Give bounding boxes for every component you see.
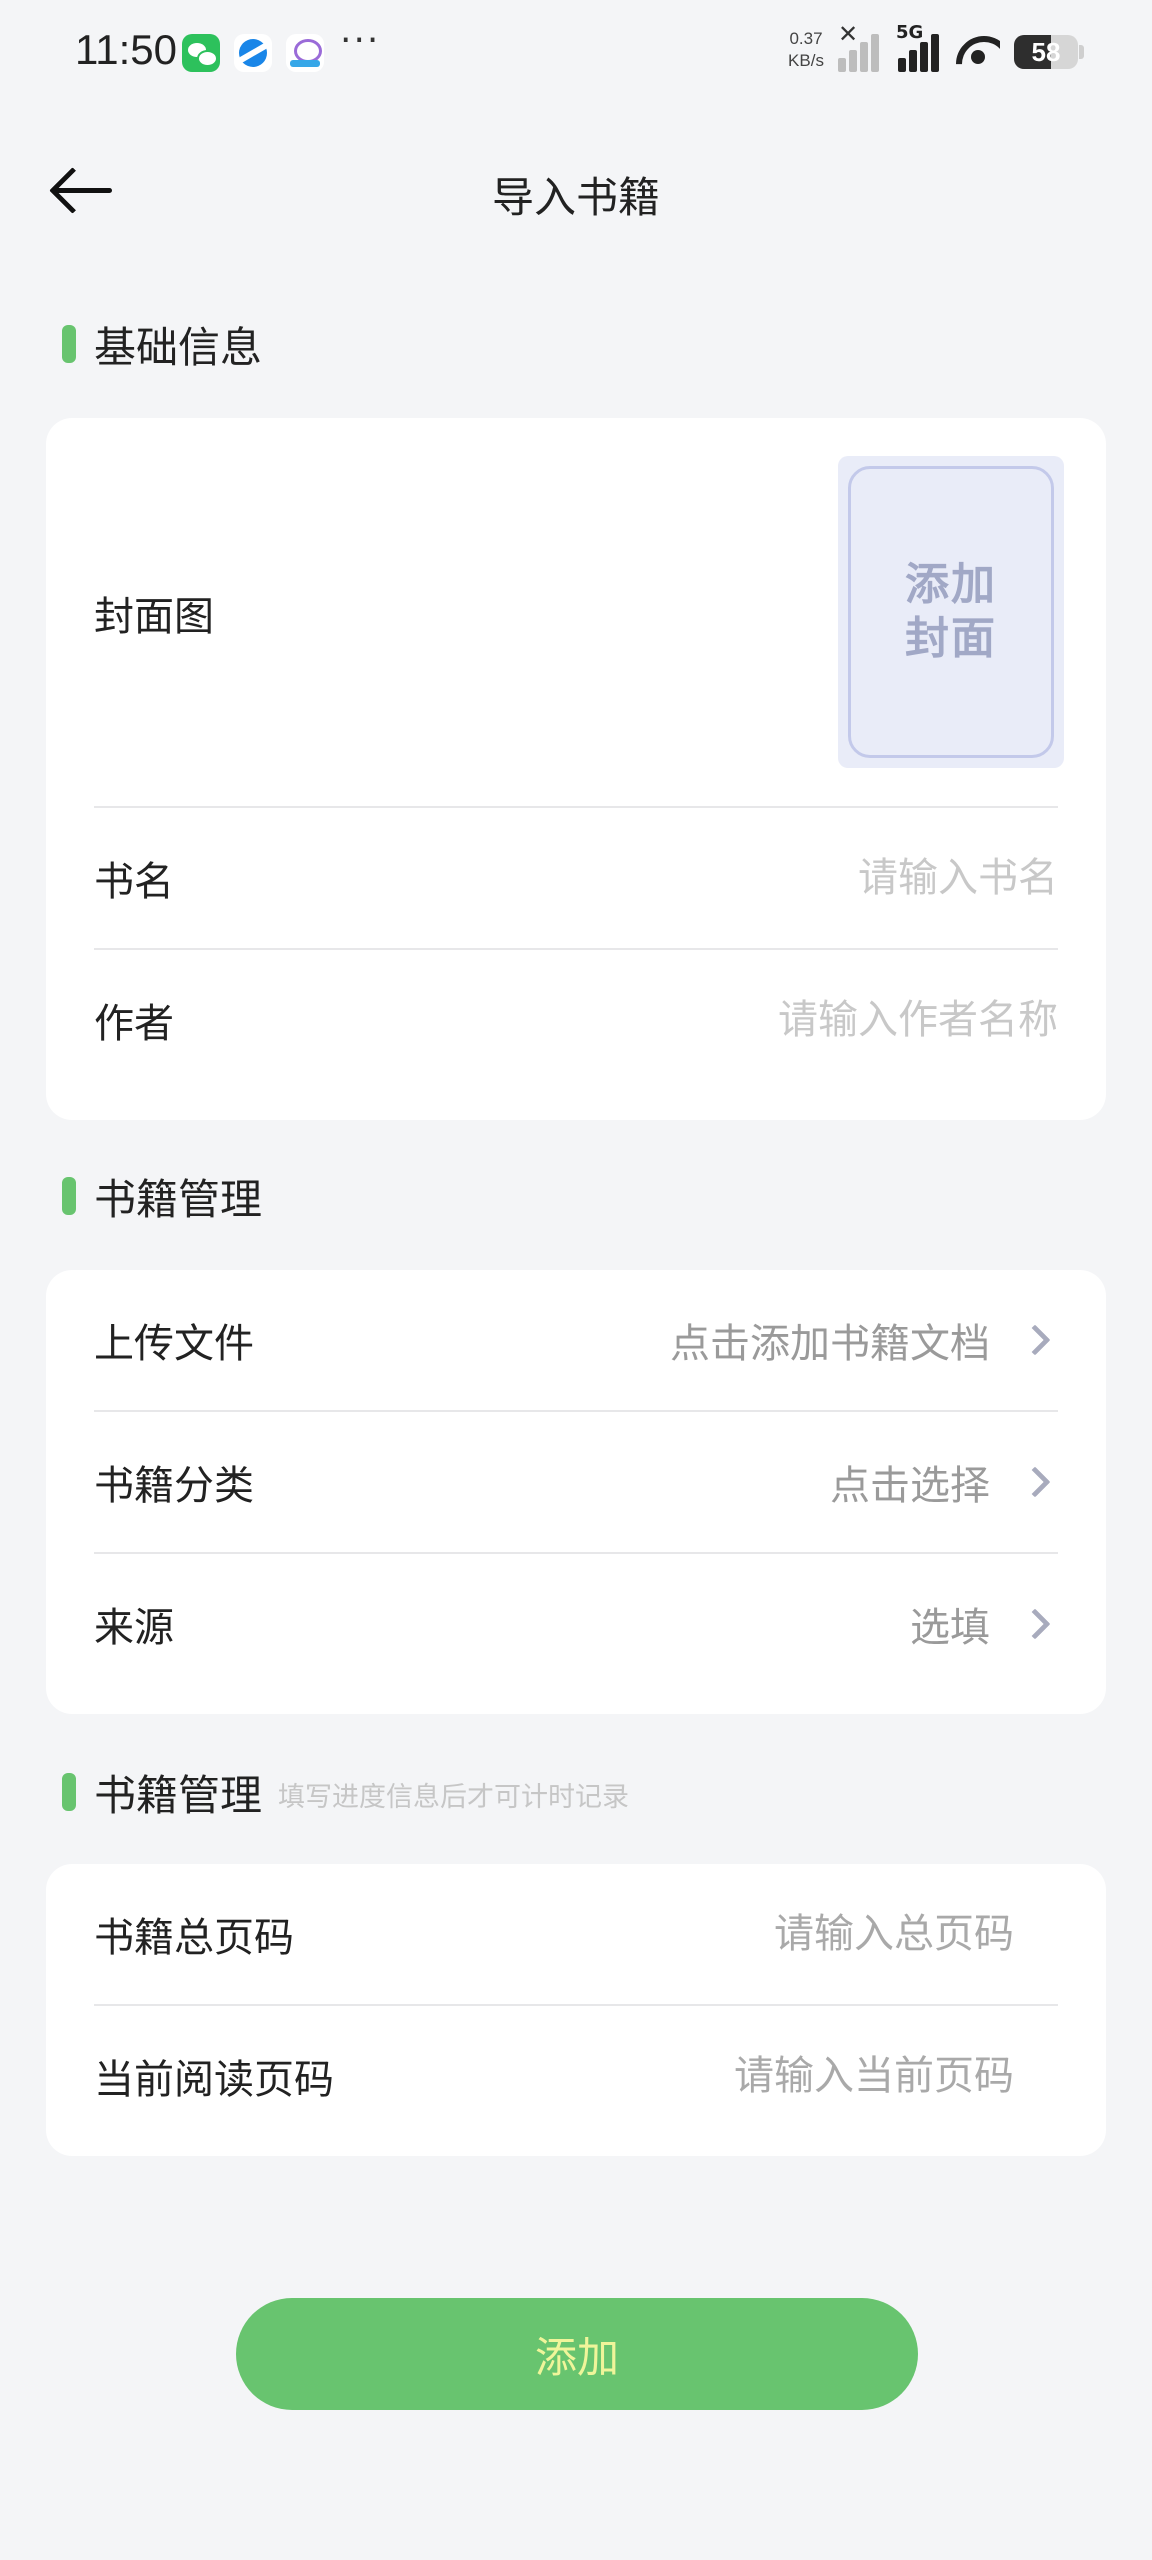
battery-level: 58: [1031, 37, 1061, 67]
section-title: 书籍管理: [94, 1770, 263, 1820]
section-progress-header: 书籍管理 填写进度信息后才可计时记录: [62, 1762, 629, 1822]
category-hint: 点击选择: [830, 1463, 990, 1509]
status-time: 11:50: [75, 26, 177, 73]
network-speed: 0.37 KB/s: [782, 28, 830, 72]
wifi-icon: [956, 36, 1000, 68]
wechat-icon: [182, 34, 220, 72]
network-speed-unit: KB/s: [788, 51, 824, 70]
category-label: 书籍分类: [94, 1463, 254, 1509]
author-input[interactable]: [538, 997, 1058, 1043]
more-icon: ···: [340, 20, 381, 61]
chevron-right-icon: [1019, 1608, 1051, 1640]
section-title: 书籍管理: [94, 1174, 263, 1224]
cloud-icon: [286, 34, 324, 72]
battery-cap: [1079, 45, 1084, 59]
total-pages-row: 书籍总页码: [94, 1864, 1058, 2004]
section-title: 基础信息: [94, 322, 263, 372]
section-basic-info-header: 基础信息: [62, 314, 262, 374]
author-label: 作者: [94, 1001, 174, 1047]
current-page-row: 当前阅读页码: [94, 2006, 1058, 2146]
add-button[interactable]: 添加: [236, 2298, 918, 2410]
author-row: 作者: [94, 950, 1058, 1090]
chevron-right-icon: [1019, 1324, 1051, 1356]
cover-placeholder-line1: 添加: [905, 559, 997, 610]
upload-file-value: 点击添加书籍文档: [670, 1311, 1058, 1369]
battery-icon: 58: [1014, 35, 1078, 69]
section-accent-bar: [62, 1773, 76, 1811]
source-value: 选填: [910, 1595, 1058, 1653]
page-title: 导入书籍: [491, 173, 660, 222]
basic-info-card: 封面图 添加 封面 书名 作者: [46, 418, 1106, 1120]
signal-5g-icon: 5G: [896, 22, 942, 72]
book-manage-card: 上传文件 点击添加书籍文档 书籍分类 点击选择 来源 选填: [46, 1270, 1106, 1714]
source-label: 来源: [94, 1605, 174, 1651]
section-accent-bar: [62, 325, 76, 363]
source-hint: 选填: [910, 1605, 990, 1651]
book-name-input[interactable]: [538, 855, 1058, 901]
cover-label: 封面图: [94, 594, 214, 640]
cover-placeholder-line2: 封面: [905, 613, 997, 664]
book-name-row: 书名: [94, 808, 1058, 948]
cover-upload-button[interactable]: 添加 封面: [838, 456, 1064, 768]
category-value: 点击选择: [830, 1453, 1058, 1511]
upload-file-row[interactable]: 上传文件 点击添加书籍文档: [94, 1270, 1058, 1410]
upload-file-hint: 点击添加书籍文档: [670, 1321, 990, 1367]
total-pages-label: 书籍总页码: [94, 1915, 294, 1961]
browser-icon: [234, 34, 272, 72]
upload-file-label: 上传文件: [94, 1321, 254, 1367]
source-row[interactable]: 来源 选填: [94, 1554, 1058, 1694]
book-name-label: 书名: [94, 859, 174, 905]
network-speed-value: 0.37: [789, 29, 823, 48]
current-page-label: 当前阅读页码: [94, 2057, 334, 2103]
progress-card: 书籍总页码 当前阅读页码: [46, 1864, 1106, 2156]
signal-nodata-icon: ✕: [836, 20, 882, 72]
category-row[interactable]: 书籍分类 点击选择: [94, 1412, 1058, 1552]
section-hint: 填写进度信息后才可计时记录: [278, 1781, 630, 1813]
chevron-right-icon: [1019, 1466, 1051, 1498]
section-book-manage-header: 书籍管理: [62, 1166, 262, 1226]
cover-placeholder-text: 添加 封面: [838, 558, 1064, 666]
section-accent-bar: [62, 1177, 76, 1215]
total-pages-input[interactable]: [494, 1911, 1014, 1957]
current-page-input[interactable]: [494, 2053, 1014, 2099]
status-bar: 11:50 ··· 0.37 KB/s ✕ 5G 58: [0, 0, 1152, 106]
